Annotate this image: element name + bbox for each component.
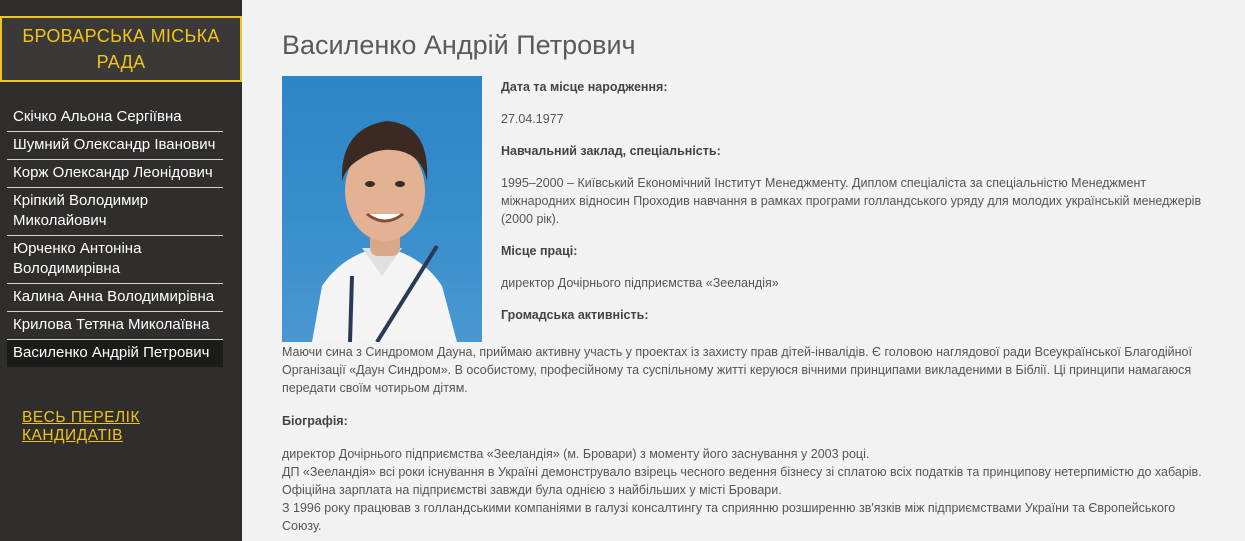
- candidate-link-active[interactable]: Василенко Андрій Петрович: [7, 340, 223, 367]
- biography-section: Біографія: директор Дочірнього підприємс…: [282, 412, 1212, 535]
- biography-line: З 1996 року працював з голландськими ком…: [282, 501, 1176, 533]
- education-value: 1995–2000 – Київський Економічний Інстит…: [501, 176, 1202, 226]
- candidate-list: Скічко Альона Сергіївна Шумний Олександр…: [7, 104, 223, 367]
- all-candidates-link[interactable]: ВЕСЬ ПЕРЕЛІК КАНДИДАТІВ: [22, 409, 242, 445]
- sidebar: БРОВАРСЬКА МІСЬКА РАДА Скічко Альона Сер…: [0, 0, 242, 541]
- candidate-link[interactable]: Шумний Олександр Іванович: [7, 132, 223, 160]
- candidate-photo: [282, 76, 482, 342]
- education-heading: Навчальний заклад, спеціальність:: [501, 144, 721, 158]
- candidate-info: Дата та місце народження: 27.04.1977 Нав…: [501, 76, 1216, 324]
- candidate-link[interactable]: Кріпкий Володимир Миколайович: [7, 188, 223, 236]
- site-title-text: БРОВАРСЬКА МІСЬКА РАДА: [22, 26, 220, 72]
- candidate-link[interactable]: Скічко Альона Сергіївна: [7, 104, 223, 132]
- biography-line: ДП «Зееландія» всі роки існування в Укра…: [282, 465, 1202, 497]
- site-title[interactable]: БРОВАРСЬКА МІСЬКА РАДА: [0, 16, 242, 82]
- birth-value: 27.04.1977: [501, 112, 564, 126]
- work-value: директор Дочірнього підприємства «Зеелан…: [501, 276, 779, 290]
- candidate-link[interactable]: Корж Олександр Леонідович: [7, 160, 223, 188]
- public-activity-value: Маючи сина з Синдромом Дауна, приймаю ак…: [282, 345, 1192, 395]
- biography-heading: Біографія:: [282, 414, 348, 428]
- page-title: Василенко Андрій Петрович: [282, 30, 636, 60]
- biography-line: директор Дочірнього підприємства «Зеелан…: [282, 447, 870, 461]
- public-activity-text: Маючи сина з Синдромом Дауна, приймаю ак…: [282, 343, 1212, 397]
- portrait-illustration: [312, 121, 457, 342]
- public-activity-heading: Громадська активність:: [501, 308, 649, 322]
- work-heading: Місце праці:: [501, 244, 578, 258]
- candidate-link[interactable]: Юрченко Антоніна Володимирівна: [7, 236, 223, 284]
- birth-heading: Дата та місце народження:: [501, 80, 668, 94]
- candidate-link[interactable]: Крилова Тетяна Миколаївна: [7, 312, 223, 340]
- candidate-link[interactable]: Калина Анна Володимирівна: [7, 284, 223, 312]
